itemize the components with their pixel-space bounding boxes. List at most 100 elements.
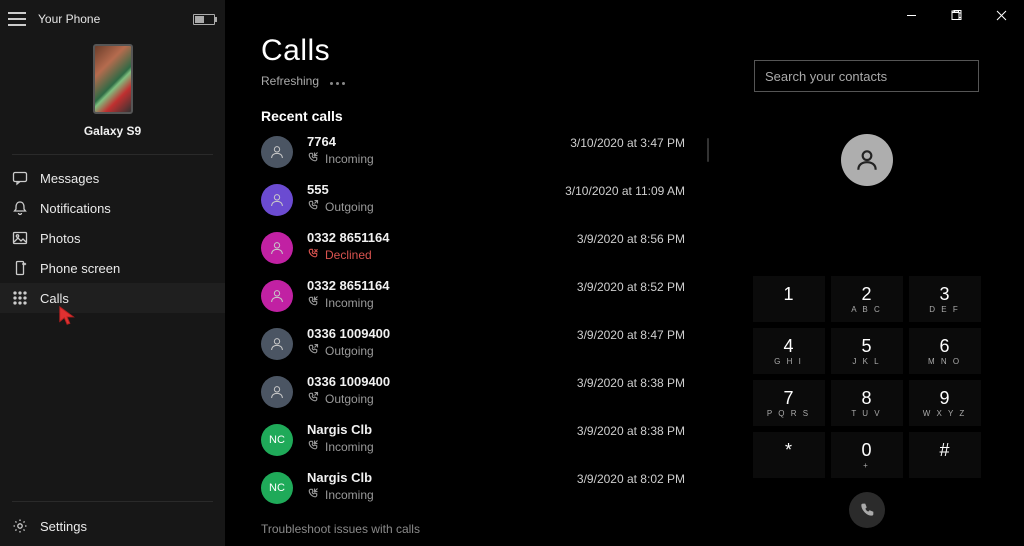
- close-button[interactable]: [979, 0, 1024, 30]
- call-direction-icon: [307, 343, 319, 358]
- image-icon: [12, 230, 28, 246]
- gear-icon: [12, 518, 28, 534]
- nav-label: Phone screen: [40, 261, 120, 276]
- call-time: 3/9/2020 at 8:56 PM: [577, 232, 685, 246]
- minimize-button[interactable]: [889, 0, 934, 30]
- nav-label: Messages: [40, 171, 99, 186]
- contact-avatar: [261, 232, 293, 264]
- dialpad-key-1[interactable]: 1: [753, 276, 825, 322]
- key-letters: A B C: [851, 305, 881, 314]
- call-direction-icon: [307, 487, 319, 502]
- call-row[interactable]: NC Nargis Clb Incoming 3/9/2020 at 8:38 PM: [261, 422, 709, 470]
- call-type: Incoming: [307, 295, 389, 310]
- key-number: 0: [861, 441, 871, 459]
- sidebar-item-notifications[interactable]: Notifications: [0, 193, 225, 223]
- dialpad-key-2[interactable]: 2 A B C: [831, 276, 903, 322]
- calls-panel: Calls Refreshing Recent calls 7764Incomi…: [225, 0, 709, 546]
- dialpad: 1 2 A B C 3 D E F 4G H I5J K L6M N O 7 P Q R S 8…: [753, 276, 981, 478]
- call-type-label: Declined: [325, 248, 372, 262]
- key-letters: P Q R S: [767, 409, 810, 418]
- key-number: 1: [783, 285, 793, 303]
- sidebar: Your Phone Galaxy S9 Messages Notificati…: [0, 0, 225, 546]
- contact-avatar: NC: [261, 472, 293, 504]
- settings-label: Settings: [40, 519, 87, 534]
- call-type: Incoming: [307, 439, 374, 454]
- key-letters: +: [863, 461, 870, 470]
- contact-name: 555: [307, 182, 374, 197]
- call-row[interactable]: 0336 1009400Outgoing3/9/2020 at 8:47 PM: [261, 326, 709, 374]
- call-row[interactable]: 0332 8651164 Declined 3/9/2020 at 8:56 PM: [261, 230, 709, 278]
- call-row[interactable]: 555 Outgoing 3/10/2020 at 11:09 AM: [261, 182, 709, 230]
- dialpad-key-3[interactable]: 3 D E F: [909, 276, 981, 322]
- bell-icon: [12, 200, 28, 216]
- key-letters: D E F: [929, 305, 959, 314]
- sidebar-item-photos[interactable]: Photos: [0, 223, 225, 253]
- call-direction-icon: [307, 151, 319, 166]
- call-direction-icon: [307, 391, 319, 406]
- call-time: 3/9/2020 at 8:38 PM: [577, 424, 685, 438]
- nav: Messages Notifications Photos Phone scre…: [0, 159, 225, 313]
- call-row[interactable]: NCNargis ClbIncoming3/9/2020 at 8:02 PM: [261, 470, 709, 518]
- call-time: 3/9/2020 at 8:52 PM: [577, 280, 685, 294]
- call-time: 3/9/2020 at 8:47 PM: [577, 328, 685, 342]
- sidebar-item-messages[interactable]: Messages: [0, 163, 225, 193]
- call-type: Declined: [307, 247, 389, 262]
- dialpad-key-#[interactable]: #: [909, 432, 981, 478]
- call-time: 3/9/2020 at 8:38 PM: [577, 376, 685, 390]
- contact-avatar: [261, 184, 293, 216]
- dialpad-key-0[interactable]: 0+: [831, 432, 903, 478]
- call-type-label: Incoming: [325, 488, 374, 502]
- call-type: Incoming: [307, 151, 374, 166]
- refreshing-label: Refreshing: [261, 74, 319, 88]
- call-type: Outgoing: [307, 391, 390, 406]
- call-row[interactable]: 0336 1009400 Outgoing 3/9/2020 at 8:38 PM: [261, 374, 709, 422]
- dialpad-key-8[interactable]: 8 T U V: [831, 380, 903, 426]
- dialpad-key-9[interactable]: 9W X Y Z: [909, 380, 981, 426]
- contact-name: 0336 1009400: [307, 374, 390, 389]
- contact-avatar: [261, 376, 293, 408]
- dialpad-key-*[interactable]: *: [753, 432, 825, 478]
- dialpad-key-5[interactable]: 5J K L: [831, 328, 903, 374]
- contact-name: Nargis Clb: [307, 470, 374, 485]
- call-direction-icon: [307, 439, 319, 454]
- key-letters: W X Y Z: [923, 409, 967, 418]
- phone-screen-icon: [12, 260, 28, 276]
- call-row[interactable]: 7764Incoming3/10/2020 at 3:47 PM: [261, 134, 709, 182]
- troubleshoot-link[interactable]: Troubleshoot issues with calls: [261, 522, 709, 536]
- contact-name: Nargis Clb: [307, 422, 374, 437]
- device-name: Galaxy S9: [84, 124, 141, 138]
- dialpad-key-7[interactable]: 7 P Q R S: [753, 380, 825, 426]
- call-row[interactable]: 0332 8651164Incoming3/9/2020 at 8:52 PM: [261, 278, 709, 326]
- call-time: 3/10/2020 at 11:09 AM: [565, 184, 685, 198]
- call-button[interactable]: [849, 492, 885, 528]
- key-letters: M N O: [928, 357, 961, 366]
- call-type-label: Outgoing: [325, 200, 374, 214]
- key-letters: T U V: [851, 409, 881, 418]
- call-type: Outgoing: [307, 199, 374, 214]
- sidebar-item-phone-screen[interactable]: Phone screen: [0, 253, 225, 283]
- sidebar-item-calls[interactable]: Calls: [0, 283, 225, 313]
- divider: [12, 154, 213, 155]
- loading-dots-icon: [327, 74, 345, 88]
- key-number: 2: [861, 285, 871, 303]
- hamburger-menu-icon[interactable]: [8, 12, 26, 26]
- dialpad-key-4[interactable]: 4G H I: [753, 328, 825, 374]
- contact-name: 0332 8651164: [307, 230, 389, 245]
- contact-avatar: NC: [261, 424, 293, 456]
- page-title: Calls: [261, 34, 709, 68]
- call-time: 3/10/2020 at 3:47 PM: [570, 136, 685, 150]
- sidebar-item-settings[interactable]: Settings: [0, 506, 225, 546]
- call-type-label: Incoming: [325, 296, 374, 310]
- device-block[interactable]: Galaxy S9: [0, 34, 225, 146]
- key-number: 3: [939, 285, 949, 303]
- refreshing-status: Refreshing: [261, 74, 709, 88]
- key-number: 8: [861, 389, 871, 407]
- dialer-panel: 1 2 A B C 3 D E F 4G H I5J K L6M N O 7 P Q R S 8…: [709, 0, 1024, 546]
- call-type-label: Incoming: [325, 152, 374, 166]
- search-contacts-input[interactable]: [754, 60, 979, 92]
- key-number: 5: [861, 337, 871, 355]
- key-number: 7: [783, 389, 793, 407]
- dialpad-key-6[interactable]: 6M N O: [909, 328, 981, 374]
- contact-name: 0336 1009400: [307, 326, 390, 341]
- maximize-button[interactable]: [934, 0, 979, 30]
